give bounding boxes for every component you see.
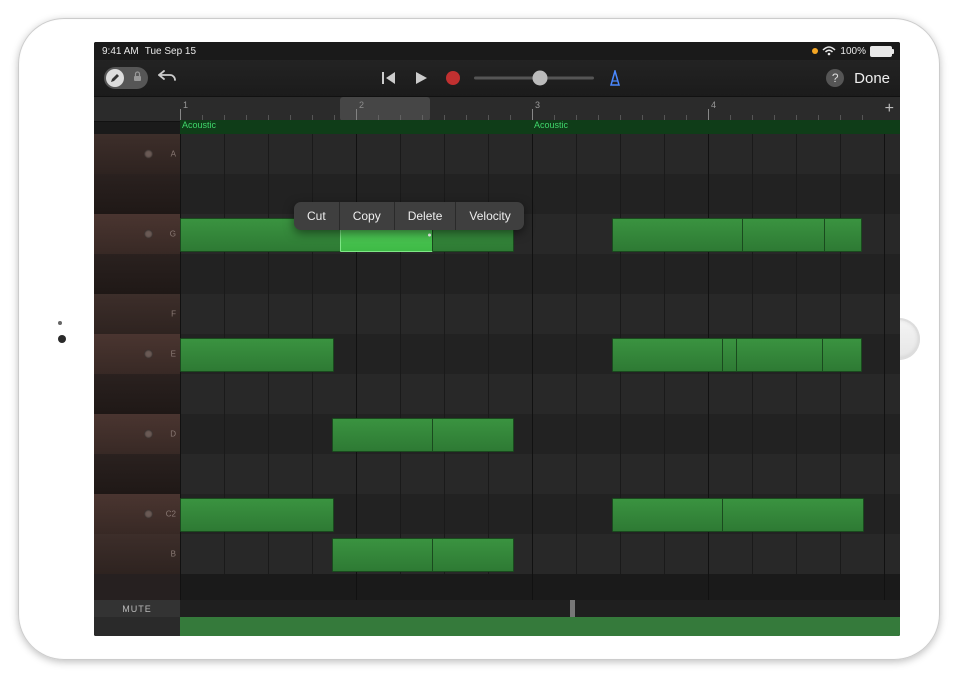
midi-note[interactable] [332,418,434,452]
midi-note[interactable] [736,338,824,372]
scroll-track[interactable] [180,617,900,636]
help-button[interactable]: ? [826,69,844,87]
key-row[interactable]: C2 [94,494,180,534]
key-label: D [170,430,176,439]
volume-slider[interactable] [474,69,594,87]
context-menu-velocity[interactable]: Velocity [456,202,523,230]
lock-icon [133,71,142,85]
key-row[interactable]: G [94,214,180,254]
key-label: G [170,230,176,239]
midi-note[interactable] [180,338,334,372]
midi-note[interactable] [180,498,334,532]
sensor-icon [58,321,62,325]
bar-number: 1 [183,100,188,110]
key-label: E [171,350,176,359]
rewind-button[interactable] [378,67,400,89]
midi-note[interactable] [742,218,826,252]
add-section-button[interactable]: + [885,100,894,118]
note-keys-column: A G F E D C2 B [94,134,180,600]
bar-number: 4 [711,100,716,110]
key-row[interactable] [94,454,180,494]
app-screen: 9:41 AM Tue Sep 15 100% [94,42,900,636]
battery-percent: 100% [840,46,866,57]
fret-dot-icon [144,150,153,159]
midi-note[interactable] [432,418,514,452]
context-menu-cut[interactable]: Cut [294,202,340,230]
key-row[interactable]: E [94,334,180,374]
midi-note[interactable] [612,218,744,252]
midi-note[interactable] [822,338,862,372]
key-row[interactable] [94,374,180,414]
midi-note[interactable] [612,338,724,372]
bar-number: 3 [535,100,540,110]
loop-marker[interactable] [570,600,575,617]
fret-dot-icon [144,350,153,359]
mute-button[interactable]: MUTE [94,600,180,617]
context-menu: CutCopyDeleteVelocity [294,202,524,230]
key-row[interactable]: D [94,414,180,454]
recording-indicator-icon [812,48,818,54]
pencil-icon [106,69,124,87]
midi-note[interactable] [824,218,862,252]
midi-note[interactable] [722,498,864,532]
fret-dot-icon [144,510,153,519]
fret-dot-icon [144,230,153,239]
playhead-indicator[interactable] [340,97,430,121]
key-label: C2 [166,510,176,519]
region-label: Acoustic [532,120,568,130]
status-date: Tue Sep 15 [145,46,196,57]
region-label: Acoustic [180,120,216,130]
play-button[interactable] [410,67,432,89]
bottom-panel: MUTE [94,600,900,636]
note-grid[interactable] [180,134,900,600]
midi-note[interactable] [332,538,434,572]
undo-button[interactable] [158,68,178,89]
region-header[interactable]: Acoustic Acoustic [180,120,900,134]
camera-icon [58,335,66,343]
key-row[interactable] [94,174,180,214]
metronome-button[interactable] [604,67,626,89]
context-menu-delete[interactable]: Delete [395,202,457,230]
key-label: A [171,150,176,159]
key-label: B [171,550,176,559]
midi-note[interactable] [432,538,514,572]
record-button[interactable] [442,67,464,89]
toolbar: ? Done [94,60,900,96]
edit-toggle[interactable] [104,67,148,89]
status-time: 9:41 AM [102,46,139,57]
wifi-icon [822,46,836,56]
key-row[interactable]: F [94,294,180,334]
key-label: F [171,310,176,319]
timeline-ruler[interactable]: 1234 + [94,96,900,122]
battery-icon [870,46,892,57]
ipad-frame: 9:41 AM Tue Sep 15 100% [18,18,940,660]
midi-note[interactable] [612,498,724,532]
status-bar: 9:41 AM Tue Sep 15 100% [94,42,900,60]
key-row[interactable] [94,254,180,294]
key-row[interactable]: A [94,134,180,174]
fret-dot-icon [144,430,153,439]
key-row[interactable]: B [94,534,180,574]
done-button[interactable]: Done [854,70,890,87]
context-menu-copy[interactable]: Copy [340,202,395,230]
